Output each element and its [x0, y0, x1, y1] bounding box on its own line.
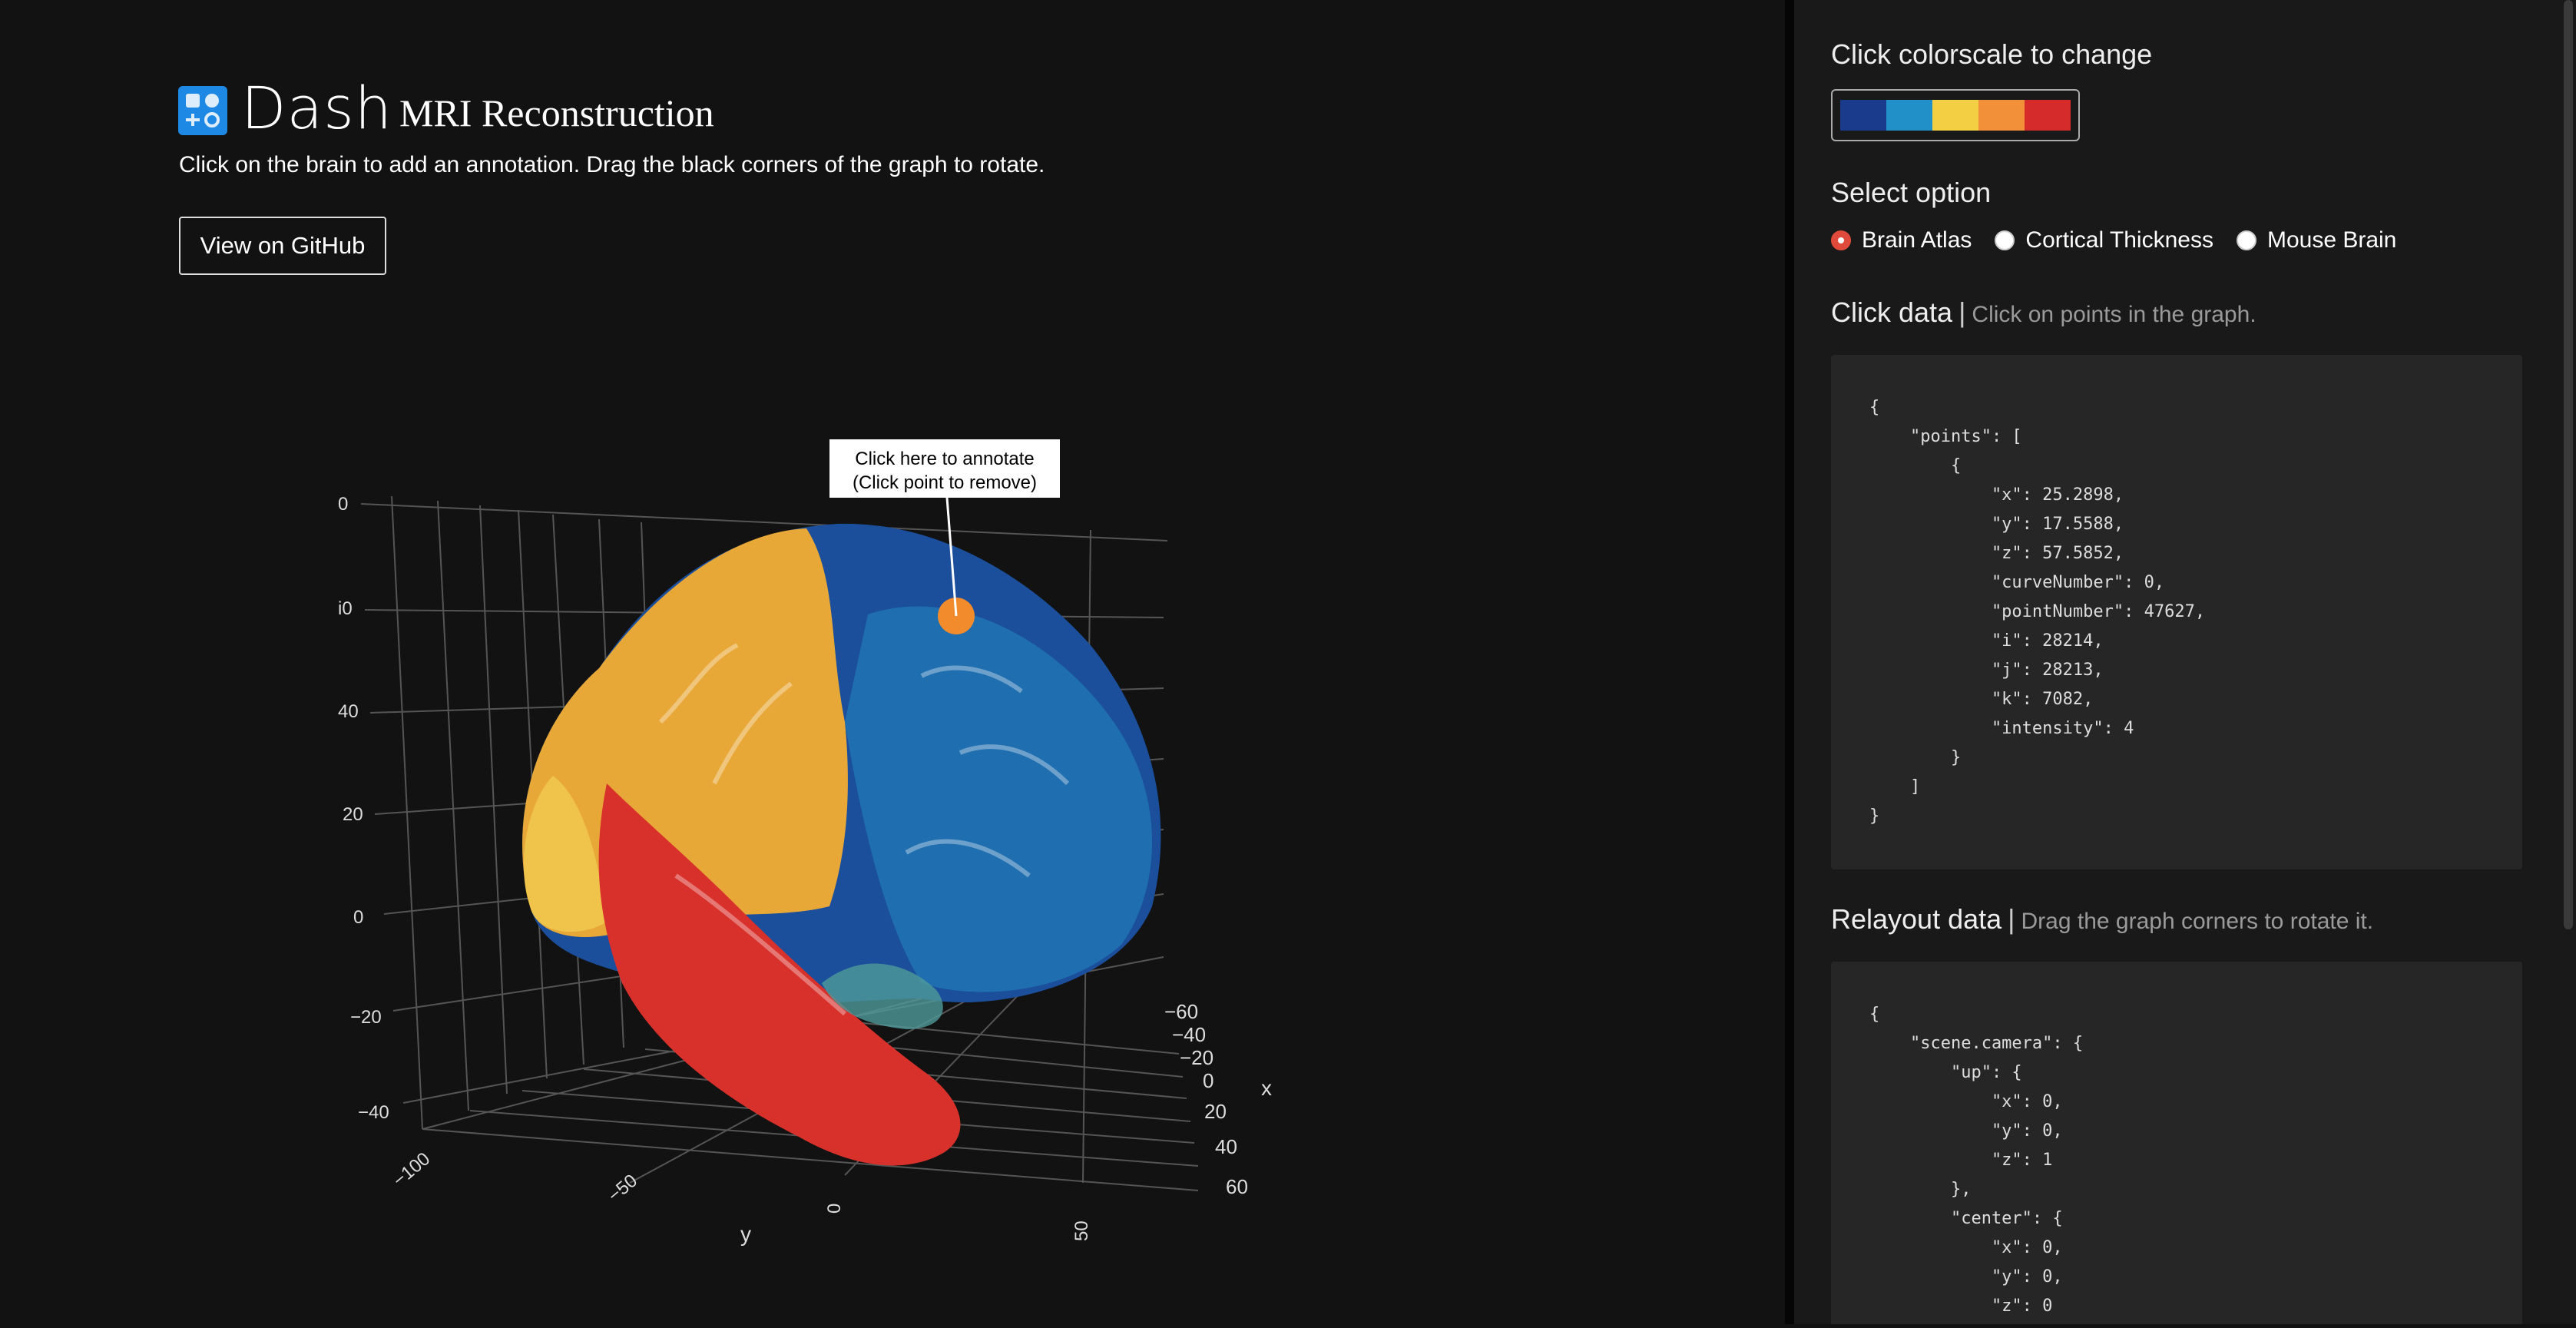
radio-mouse-brain[interactable]: Mouse Brain [2236, 227, 2397, 253]
colorscale-swatch[interactable] [1886, 100, 1932, 131]
x-tick-label: 60 [1226, 1175, 1248, 1198]
z-tick-label: 20 [343, 804, 363, 825]
radio-button[interactable] [2236, 230, 2256, 250]
click-data-title: Click data [1831, 296, 1953, 328]
z-tick-label: 0 [353, 907, 363, 928]
x-tick-label: −20 [1180, 1046, 1214, 1069]
main-panel: Dash MRI Reconstruction Click on the bra… [0, 0, 1785, 1324]
x-tick-label: −40 [1172, 1023, 1206, 1046]
x-tick-label: 20 [1204, 1100, 1227, 1123]
option-radio-group: Brain Atlas Cortical Thickness Mouse Bra… [1831, 227, 2419, 253]
click-data-heading: Click data | Click on points in the graph. [1831, 296, 2256, 328]
radio-label: Mouse Brain [2266, 227, 2397, 253]
radio-button[interactable] [1831, 230, 1851, 250]
relayout-data-panel: { "scene.camera": { "up": { "x": 0, "y":… [1831, 962, 2522, 1324]
y-tick-label: 50 [1071, 1220, 1092, 1241]
colorscale-title: Click colorscale to change [1831, 38, 2153, 70]
colorscale-swatch[interactable] [1932, 100, 1978, 131]
click-data-panel: { "points": [ { "x": 25.2898, "y": 17.55… [1831, 355, 2522, 869]
instructions-text: Click on the brain to add an annotation.… [179, 152, 1045, 177]
click-data-hint: Click on points in the graph. [1972, 302, 2256, 327]
colorscale-swatch[interactable] [1840, 100, 1886, 131]
z-tick-label: 40 [338, 701, 359, 722]
brain-mesh[interactable] [522, 523, 1161, 1166]
x-axis-label: x [1261, 1076, 1272, 1100]
radio-button[interactable] [1995, 230, 2015, 250]
radio-brain-atlas[interactable]: Brain Atlas [1831, 227, 1972, 253]
relayout-data-title: Relayout data [1831, 903, 2002, 935]
dash-logo-text: Dash [241, 74, 392, 142]
z-tick-label: 0 [338, 494, 348, 515]
view-on-github-button[interactable]: View on GitHub [179, 217, 386, 275]
dash-logo-icon [178, 86, 227, 135]
panel-divider [1785, 0, 1794, 1324]
control-panel: Click colorscale to change Select option… [1794, 0, 2576, 1324]
y-tick-label: −100 [389, 1148, 435, 1191]
scrollbar[interactable] [2564, 0, 2573, 929]
y-axis-label: y [740, 1222, 751, 1246]
annotation-line-2: (Click point to remove) [853, 472, 1037, 493]
click-data-json: { "points": [ { "x": 25.2898, "y": 17.55… [1869, 398, 2206, 826]
x-tick-label: 40 [1215, 1135, 1237, 1158]
relayout-data-json: { "scene.camera": { "up": { "x": 0, "y":… [1869, 1005, 2084, 1316]
relayout-data-hint: Drag the graph corners to rotate it. [2021, 909, 2374, 934]
z-tick-label: −20 [350, 1007, 382, 1028]
z-tick-label: −40 [358, 1102, 389, 1123]
x-tick-label: −60 [1164, 1000, 1198, 1023]
brain-3d-graph[interactable]: Click here to annotate (Click point to r… [0, 323, 1785, 1324]
y-tick-label: −50 [604, 1171, 642, 1207]
x-tick-label: 0 [1203, 1069, 1214, 1092]
app-title: MRI Reconstruction [399, 91, 714, 134]
radio-label: Cortical Thickness [2025, 227, 2213, 253]
radio-label: Brain Atlas [1862, 227, 1972, 253]
colorscale-swatch[interactable] [1978, 100, 2025, 131]
annotation-line-1: Click here to annotate [855, 449, 1034, 469]
colorscale-swatch[interactable] [2025, 100, 2071, 131]
y-tick-label: 0 [824, 1204, 845, 1214]
select-option-title: Select option [1831, 177, 1992, 208]
colorscale-picker[interactable] [1831, 89, 2080, 141]
relayout-data-heading: Relayout data | Drag the graph corners to … [1831, 903, 2374, 935]
radio-cortical-thickness[interactable]: Cortical Thickness [1995, 227, 2213, 253]
z-tick-label: i0 [338, 598, 353, 619]
